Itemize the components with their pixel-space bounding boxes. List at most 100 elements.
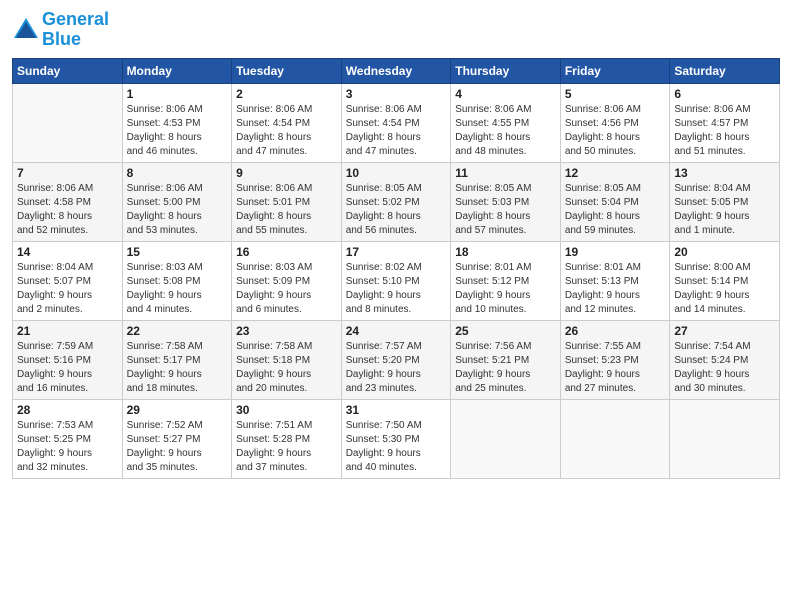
day-number: 12: [565, 166, 666, 180]
week-row-1: 1 Sunrise: 8:06 AM Sunset: 4:53 PM Daylig…: [13, 83, 780, 162]
calendar-cell: [560, 399, 670, 478]
calendar-cell: 17 Sunrise: 8:02 AM Sunset: 5:10 PM Dayli…: [341, 241, 451, 320]
day-info: Sunrise: 8:06 AM Sunset: 4:55 PM Dayligh…: [455, 103, 556, 159]
day-info: Sunrise: 8:05 AM Sunset: 5:03 PM Dayligh…: [455, 182, 556, 238]
calendar-cell: 8 Sunrise: 8:06 AM Sunset: 5:00 PM Daylig…: [122, 162, 232, 241]
page-container: General Blue SundayMondayTuesdayWednesda…: [0, 0, 792, 489]
weekday-header-wednesday: Wednesday: [341, 58, 451, 83]
calendar-cell: 19Sunrise: 8:01 AM Sunset: 5:13 PM Dayli…: [560, 241, 670, 320]
day-number: 22: [127, 324, 228, 338]
calendar-cell: 29 Sunrise: 7:52 AM Sunset: 5:27 PM Dayli…: [122, 399, 232, 478]
calendar-cell: 12Sunrise: 8:05 AM Sunset: 5:04 PM Dayli…: [560, 162, 670, 241]
day-info: Sunrise: 7:56 AM Sunset: 5:21 PM Dayligh…: [455, 340, 556, 396]
day-info: Sunrise: 8:03 AM Sunset: 5:08 PM Dayligh…: [127, 261, 228, 317]
day-number: 3: [346, 87, 447, 101]
calendar-cell: [670, 399, 780, 478]
day-info: Sunrise: 8:05 AM Sunset: 5:02 PM Dayligh…: [346, 182, 447, 238]
day-info: Sunrise: 8:00 AM Sunset: 5:14 PM Dayligh…: [674, 261, 775, 317]
day-number: 28: [17, 403, 118, 417]
day-number: 10: [346, 166, 447, 180]
calendar-cell: 20 Sunrise: 8:00 AM Sunset: 5:14 PM Dayli…: [670, 241, 780, 320]
day-number: 1: [127, 87, 228, 101]
calendar-cell: 4 Sunrise: 8:06 AM Sunset: 4:55 PM Daylig…: [451, 83, 561, 162]
day-info: Sunrise: 7:58 AM Sunset: 5:18 PM Dayligh…: [236, 340, 337, 396]
day-number: 25: [455, 324, 556, 338]
week-row-3: 14Sunrise: 8:04 AM Sunset: 5:07 PM Dayli…: [13, 241, 780, 320]
day-number: 26: [565, 324, 666, 338]
calendar-cell: 24 Sunrise: 7:57 AM Sunset: 5:20 PM Dayli…: [341, 320, 451, 399]
day-number: 20: [674, 245, 775, 259]
day-number: 17: [346, 245, 447, 259]
weekday-row: SundayMondayTuesdayWednesdayThursdayFrid…: [13, 58, 780, 83]
calendar-cell: 27Sunrise: 7:54 AM Sunset: 5:24 PM Dayli…: [670, 320, 780, 399]
logo-text: General Blue: [42, 10, 109, 50]
day-number: 18: [455, 245, 556, 259]
calendar-cell: 18 Sunrise: 8:01 AM Sunset: 5:12 PM Dayli…: [451, 241, 561, 320]
calendar-cell: 3 Sunrise: 8:06 AM Sunset: 4:54 PM Daylig…: [341, 83, 451, 162]
day-number: 19: [565, 245, 666, 259]
calendar-cell: 6Sunrise: 8:06 AM Sunset: 4:57 PM Daylig…: [670, 83, 780, 162]
day-number: 5: [565, 87, 666, 101]
day-info: Sunrise: 8:06 AM Sunset: 4:54 PM Dayligh…: [346, 103, 447, 159]
day-number: 11: [455, 166, 556, 180]
calendar-cell: 25 Sunrise: 7:56 AM Sunset: 5:21 PM Dayli…: [451, 320, 561, 399]
day-number: 23: [236, 324, 337, 338]
calendar-cell: 10 Sunrise: 8:05 AM Sunset: 5:02 PM Dayli…: [341, 162, 451, 241]
weekday-header-thursday: Thursday: [451, 58, 561, 83]
week-row-5: 28 Sunrise: 7:53 AM Sunset: 5:25 PM Dayli…: [13, 399, 780, 478]
calendar-cell: 28 Sunrise: 7:53 AM Sunset: 5:25 PM Dayli…: [13, 399, 123, 478]
day-info: Sunrise: 8:06 AM Sunset: 4:53 PM Dayligh…: [127, 103, 228, 159]
day-number: 6: [674, 87, 775, 101]
day-number: 4: [455, 87, 556, 101]
calendar-cell: 22 Sunrise: 7:58 AM Sunset: 5:17 PM Dayli…: [122, 320, 232, 399]
calendar-cell: 9Sunrise: 8:06 AM Sunset: 5:01 PM Daylig…: [232, 162, 342, 241]
calendar-cell: 14Sunrise: 8:04 AM Sunset: 5:07 PM Dayli…: [13, 241, 123, 320]
calendar-cell: [13, 83, 123, 162]
day-info: Sunrise: 8:03 AM Sunset: 5:09 PM Dayligh…: [236, 261, 337, 317]
calendar-cell: 11 Sunrise: 8:05 AM Sunset: 5:03 PM Dayli…: [451, 162, 561, 241]
day-number: 21: [17, 324, 118, 338]
calendar-table: SundayMondayTuesdayWednesdayThursdayFrid…: [12, 58, 780, 479]
day-info: Sunrise: 8:04 AM Sunset: 5:05 PM Dayligh…: [674, 182, 775, 238]
day-number: 16: [236, 245, 337, 259]
logo-icon: [12, 16, 40, 44]
week-row-4: 21 Sunrise: 7:59 AM Sunset: 5:16 PM Dayli…: [13, 320, 780, 399]
day-info: Sunrise: 7:52 AM Sunset: 5:27 PM Dayligh…: [127, 419, 228, 475]
day-info: Sunrise: 8:06 AM Sunset: 4:54 PM Dayligh…: [236, 103, 337, 159]
calendar-cell: 15Sunrise: 8:03 AM Sunset: 5:08 PM Dayli…: [122, 241, 232, 320]
logo: General Blue: [12, 10, 109, 50]
week-row-2: 7Sunrise: 8:06 AM Sunset: 4:58 PM Daylig…: [13, 162, 780, 241]
calendar-cell: 13 Sunrise: 8:04 AM Sunset: 5:05 PM Dayli…: [670, 162, 780, 241]
calendar-cell: 21 Sunrise: 7:59 AM Sunset: 5:16 PM Dayli…: [13, 320, 123, 399]
day-info: Sunrise: 7:50 AM Sunset: 5:30 PM Dayligh…: [346, 419, 447, 475]
calendar-cell: [451, 399, 561, 478]
day-number: 24: [346, 324, 447, 338]
day-info: Sunrise: 7:58 AM Sunset: 5:17 PM Dayligh…: [127, 340, 228, 396]
weekday-header-friday: Friday: [560, 58, 670, 83]
calendar-cell: 2Sunrise: 8:06 AM Sunset: 4:54 PM Daylig…: [232, 83, 342, 162]
day-info: Sunrise: 7:57 AM Sunset: 5:20 PM Dayligh…: [346, 340, 447, 396]
day-number: 13: [674, 166, 775, 180]
calendar-cell: 30Sunrise: 7:51 AM Sunset: 5:28 PM Dayli…: [232, 399, 342, 478]
calendar-cell: 16 Sunrise: 8:03 AM Sunset: 5:09 PM Dayli…: [232, 241, 342, 320]
day-info: Sunrise: 8:04 AM Sunset: 5:07 PM Dayligh…: [17, 261, 118, 317]
day-info: Sunrise: 8:06 AM Sunset: 4:56 PM Dayligh…: [565, 103, 666, 159]
calendar-cell: 23 Sunrise: 7:58 AM Sunset: 5:18 PM Dayli…: [232, 320, 342, 399]
day-number: 31: [346, 403, 447, 417]
calendar-body: 1 Sunrise: 8:06 AM Sunset: 4:53 PM Daylig…: [13, 83, 780, 478]
day-info: Sunrise: 8:06 AM Sunset: 5:00 PM Dayligh…: [127, 182, 228, 238]
day-info: Sunrise: 8:01 AM Sunset: 5:12 PM Dayligh…: [455, 261, 556, 317]
day-info: Sunrise: 8:06 AM Sunset: 4:58 PM Dayligh…: [17, 182, 118, 238]
day-info: Sunrise: 8:06 AM Sunset: 5:01 PM Dayligh…: [236, 182, 337, 238]
day-info: Sunrise: 7:53 AM Sunset: 5:25 PM Dayligh…: [17, 419, 118, 475]
day-info: Sunrise: 7:54 AM Sunset: 5:24 PM Dayligh…: [674, 340, 775, 396]
day-info: Sunrise: 8:02 AM Sunset: 5:10 PM Dayligh…: [346, 261, 447, 317]
day-number: 8: [127, 166, 228, 180]
day-number: 29: [127, 403, 228, 417]
weekday-header-monday: Monday: [122, 58, 232, 83]
weekday-header-sunday: Sunday: [13, 58, 123, 83]
calendar-cell: 5 Sunrise: 8:06 AM Sunset: 4:56 PM Daylig…: [560, 83, 670, 162]
calendar-cell: 31 Sunrise: 7:50 AM Sunset: 5:30 PM Dayli…: [341, 399, 451, 478]
day-info: Sunrise: 7:59 AM Sunset: 5:16 PM Dayligh…: [17, 340, 118, 396]
day-number: 30: [236, 403, 337, 417]
